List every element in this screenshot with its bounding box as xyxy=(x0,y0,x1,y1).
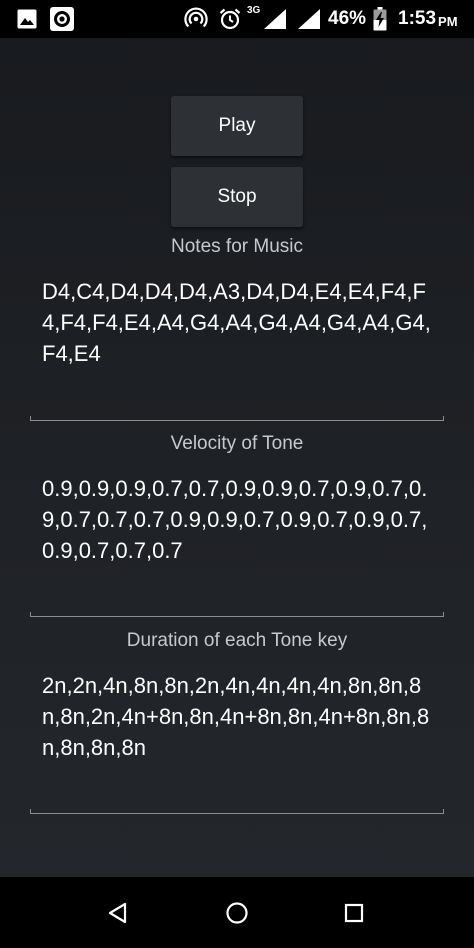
clock: 1:53 PM xyxy=(398,8,458,29)
navigation-bar xyxy=(0,877,474,948)
recents-icon xyxy=(344,903,364,922)
notes-label: Notes for Music xyxy=(171,236,303,257)
status-bar: 3G 46% 1:53 PM xyxy=(0,0,474,38)
network-type-label: 3G xyxy=(247,5,261,16)
battery-percent: 46% xyxy=(328,8,367,29)
hotspot-icon xyxy=(184,0,208,38)
back-button[interactable] xyxy=(78,877,158,948)
notes-input-underline xyxy=(30,416,444,421)
velocity-input[interactable]: 0.9,0.9,0.9,0.7,0.7,0.9,0.9,0.7,0.9,0.7,… xyxy=(42,473,437,566)
battery-charging-icon xyxy=(373,0,387,38)
velocity-input-underline xyxy=(30,612,444,617)
velocity-label: Velocity of Tone xyxy=(170,433,304,454)
duration-label: Duration of each Tone key xyxy=(126,630,348,651)
alarm-icon xyxy=(218,0,242,38)
play-button[interactable]: Play xyxy=(171,96,303,156)
record-icon xyxy=(49,0,75,38)
app-screen: 3G 46% 1:53 PM Play Stop Notes for Music… xyxy=(0,0,474,948)
stop-button[interactable]: Stop xyxy=(171,167,303,227)
duration-input-underline xyxy=(30,809,444,814)
signal-icon-sim2 xyxy=(297,0,321,38)
notes-input[interactable]: D4,C4,D4,D4,D4,A3,D4,D4,E4,E4,F4,F4,F4,F… xyxy=(42,276,437,369)
recents-button[interactable] xyxy=(314,877,394,948)
home-button[interactable] xyxy=(197,877,277,948)
duration-input[interactable]: 2n,2n,4n,8n,8n,2n,4n,4n,4n,4n,8n,8n,8n,8… xyxy=(42,670,437,763)
back-icon xyxy=(108,902,127,923)
home-icon xyxy=(226,901,248,924)
signal-icon-sim1 xyxy=(263,0,287,38)
image-icon xyxy=(17,0,37,38)
